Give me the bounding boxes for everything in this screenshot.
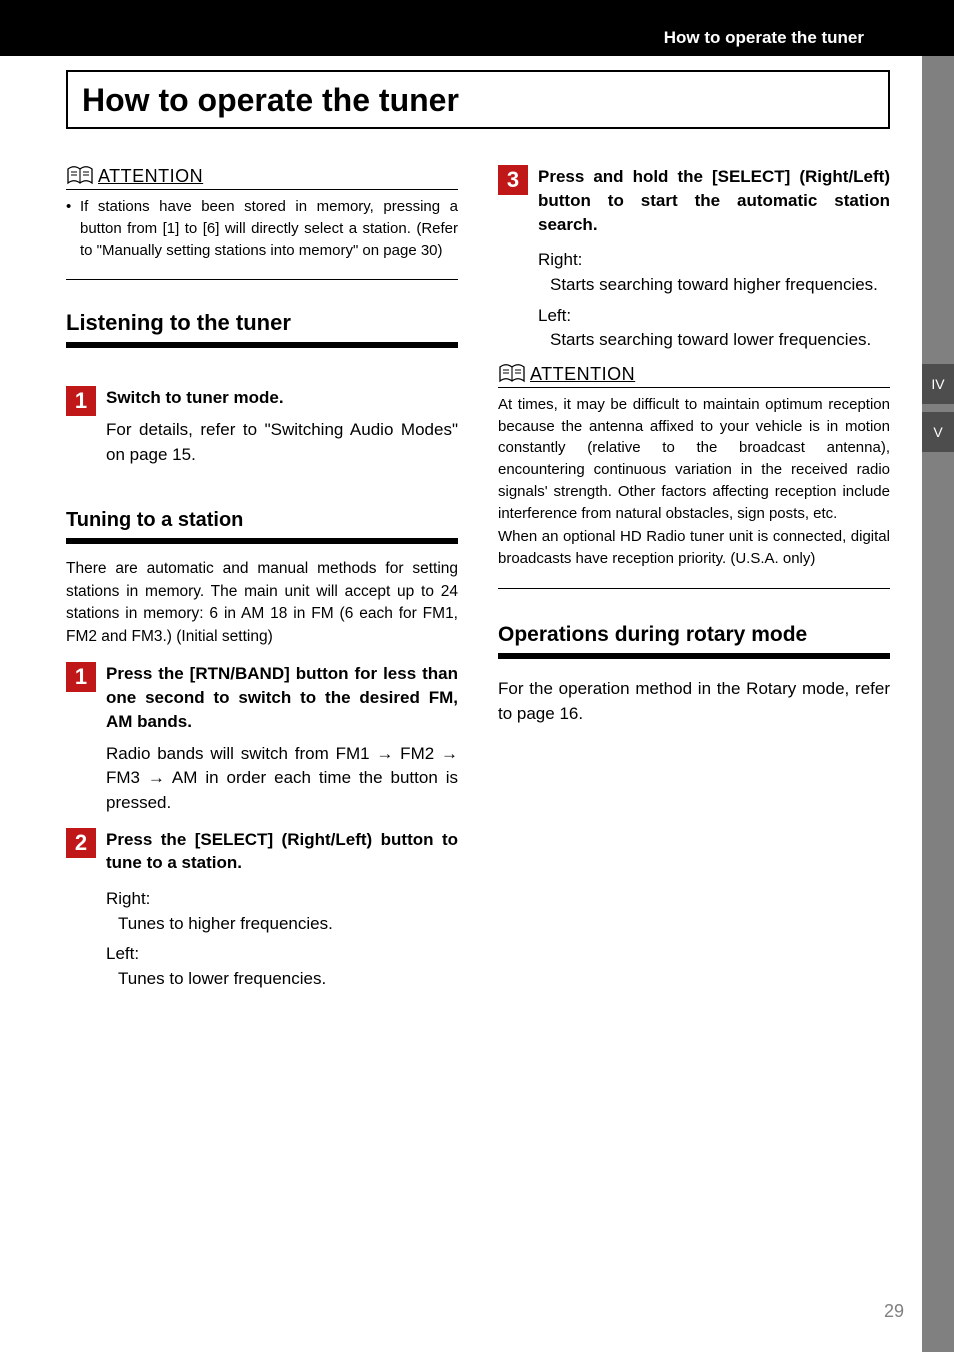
step-block: 3 Press and hold the [SELECT] (Right/Lef…	[498, 165, 890, 236]
substep-desc-right: Tunes to higher frequencies.	[118, 912, 458, 937]
section-rule	[66, 342, 458, 348]
step-block: 1 Switch to tuner mode. For details, ref…	[66, 386, 458, 467]
step-block: 1 Press the [RTN/BAND] button for less t…	[66, 662, 458, 815]
attention-body-2: At times, it may be difficult to maintai…	[498, 394, 890, 589]
substep-desc-left: Tunes to lower frequencies.	[118, 967, 458, 992]
substep-desc-right: Starts searching toward higher frequenci…	[550, 273, 890, 298]
right-column: 3 Press and hold the [SELECT] (Right/Lef…	[498, 165, 890, 992]
step-block: 2 Press the [SELECT] (Right/Left) button…	[66, 828, 458, 876]
step-number-badge: 3	[498, 165, 528, 195]
attention-body-1: • If stations have been stored in memory…	[66, 196, 458, 280]
step-heading: Press the [RTN/BAND] button for less tha…	[106, 662, 458, 733]
attention-text-2b: When an optional HD Radio tuner unit is …	[498, 526, 890, 570]
page-title-box: How to operate the tuner	[66, 70, 890, 129]
attention-header: ATTENTION	[498, 363, 890, 388]
side-gutter: IV V	[922, 56, 954, 1352]
running-header: How to operate the tuner	[664, 28, 864, 48]
attention-text-2a: At times, it may be difficult to maintai…	[498, 394, 890, 525]
header-bar: How to operate the tuner	[0, 0, 954, 56]
step-text: Radio bands will switch from FM1 → FM2 →…	[106, 742, 458, 816]
step-number-badge: 2	[66, 828, 96, 858]
step-number-badge: 1	[66, 662, 96, 692]
book-icon	[498, 363, 526, 385]
page-number: 29	[884, 1301, 904, 1322]
substep-label-left: Left:	[538, 304, 890, 329]
section-title-listening: Listening to the tuner	[66, 310, 458, 336]
step-heading: Press and hold the [SELECT] (Right/Left)…	[538, 165, 890, 236]
section-title-tuning: Tuning to a station	[66, 509, 458, 532]
page-title: How to operate the tuner	[82, 82, 874, 119]
attention-header: ATTENTION	[66, 165, 458, 190]
substep-label-right: Right:	[106, 887, 458, 912]
section-rule	[498, 653, 890, 659]
page-content: How to operate the tuner ATTENTION • If …	[66, 70, 890, 992]
attention-label: ATTENTION	[98, 166, 203, 187]
bullet-icon: •	[66, 196, 80, 261]
step-heading: Press the [SELECT] (Right/Left) button t…	[106, 828, 458, 876]
book-icon	[66, 165, 94, 187]
substep-label-right: Right:	[538, 248, 890, 273]
step-heading: Switch to tuner mode.	[106, 386, 458, 410]
substep-label-left: Left:	[106, 942, 458, 967]
step-number-badge: 1	[66, 386, 96, 416]
section-rule	[66, 538, 458, 544]
step-text: For details, refer to "Switching Audio M…	[106, 418, 458, 467]
substep: Right: Tunes to higher frequencies. Left…	[106, 887, 458, 992]
section-tab-iv[interactable]: IV	[922, 364, 954, 404]
section-title-rotary: Operations during rotary mode	[498, 623, 890, 647]
attention-text-1: If stations have been stored in memory, …	[80, 196, 458, 261]
rotary-text: For the operation method in the Rotary m…	[498, 677, 890, 726]
tuning-intro: There are automatic and manual methods f…	[66, 558, 458, 648]
attention-label: ATTENTION	[530, 364, 635, 385]
substep-desc-left: Starts searching toward lower frequencie…	[550, 328, 890, 353]
section-tab-v[interactable]: V	[922, 412, 954, 452]
substep: Right: Starts searching toward higher fr…	[538, 248, 890, 353]
left-column: ATTENTION • If stations have been stored…	[66, 165, 458, 992]
